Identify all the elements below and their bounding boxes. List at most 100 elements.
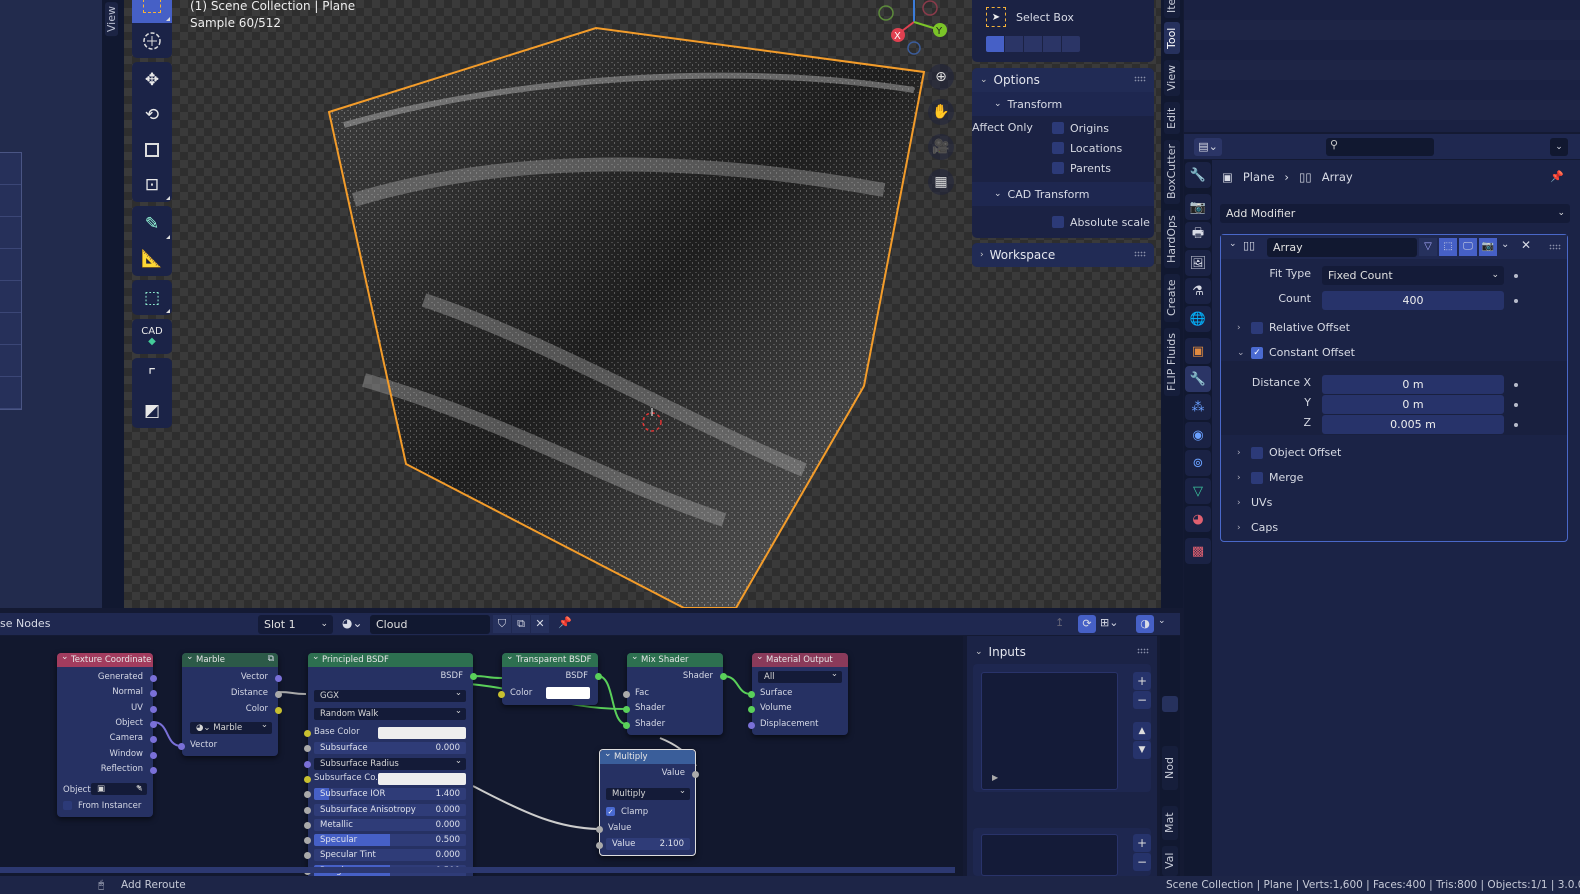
distribution-dropdown[interactable]: GGX xyxy=(314,687,466,702)
output-socket[interactable] xyxy=(150,751,157,759)
node-principled-bsdf[interactable]: Principled BSDF BSDF GGX Random Walk Bas… xyxy=(304,650,477,876)
mode-subtract-button[interactable] xyxy=(1024,36,1042,52)
workspace-panel-header[interactable]: › Workspace xyxy=(972,243,1154,267)
tab-flip-fluids[interactable]: FLIP Fluids xyxy=(1164,328,1180,396)
tab-hardops[interactable]: HardOps xyxy=(1164,210,1180,268)
material-name-field[interactable]: Cloud xyxy=(370,615,490,634)
particles-tab-icon[interactable]: ⁂ xyxy=(1185,394,1211,420)
distance-z-field[interactable]: 0.005 m xyxy=(1322,415,1504,434)
rotate-icon[interactable]: ⟲ xyxy=(132,97,172,132)
material-browse-icon[interactable]: ◕⌄ xyxy=(342,616,363,630)
node-title[interactable]: Principled BSDF xyxy=(308,650,473,667)
select-box-icon[interactable] xyxy=(132,0,172,23)
origins-checkbox[interactable]: Origins xyxy=(1052,118,1109,138)
input-field[interactable]: Specular 0.500 xyxy=(314,834,466,847)
move-down-button[interactable]: ▼ xyxy=(1133,741,1151,759)
texture-tab-icon[interactable]: ▩ xyxy=(1185,538,1211,564)
output-socket[interactable] xyxy=(150,766,157,774)
horizontal-scrollbar[interactable] xyxy=(0,867,955,873)
distance-x-field[interactable]: 0 m xyxy=(1322,375,1504,394)
color-swatch[interactable] xyxy=(378,727,466,739)
tab-item[interactable]: Item xyxy=(1164,0,1180,18)
duplicate-icon[interactable]: ⧉ xyxy=(512,615,530,633)
output-tab-icon[interactable]: 🖶 xyxy=(1185,222,1211,248)
snap-element-dropdown[interactable]: ⊞⌄ xyxy=(1100,616,1118,629)
subsurface-method-dropdown[interactable]: Random Walk xyxy=(314,705,466,720)
absolute-scale-checkbox[interactable]: Absolute scale xyxy=(1052,212,1150,232)
data-tab-icon[interactable]: ▽ xyxy=(1185,478,1211,504)
node-marble[interactable]: Marble ⧉ Vector Distance Color ◕⌄ Marble V… xyxy=(178,650,282,756)
fit-type-dropdown[interactable]: Fixed Count ⌄ xyxy=(1322,266,1504,285)
remove-output-button[interactable]: − xyxy=(1133,853,1151,871)
input-socket[interactable] xyxy=(304,745,311,753)
pan-hand-icon[interactable]: ✋ xyxy=(928,99,954,125)
add-modifier-dropdown[interactable]: Add Modifier ⌄ xyxy=(1220,204,1570,223)
delete-modifier-button[interactable]: ✕ xyxy=(1521,238,1531,252)
operation-dropdown[interactable]: Multiply xyxy=(606,785,690,800)
relative-offset-row[interactable]: › Relative Offset xyxy=(1237,321,1350,334)
slot-dropdown[interactable]: Slot 1 ⌄ xyxy=(258,615,333,634)
tab-view[interactable]: View xyxy=(1164,60,1180,96)
tab-value[interactable]: Val xyxy=(1162,846,1178,876)
input-field[interactable]: Subsurface IOR 1.400 xyxy=(314,788,466,801)
transform-subpanel-header[interactable]: ⌄ Transform xyxy=(972,92,1154,116)
node-title[interactable]: Multiply xyxy=(600,747,695,764)
scene-tab-icon[interactable]: ⚗ xyxy=(1185,278,1211,304)
node-texture-coordinate[interactable]: Texture Coordinate Generated Normal UV Obje… xyxy=(57,650,157,817)
output-socket[interactable] xyxy=(150,720,157,728)
zoom-icon[interactable]: ⊕ xyxy=(928,64,954,90)
tool-tab-icon[interactable]: 🔧 xyxy=(1185,162,1211,188)
output-socket[interactable] xyxy=(150,705,157,713)
overlay-toggle[interactable]: ◑ xyxy=(1136,615,1154,633)
input-socket[interactable] xyxy=(304,730,311,737)
object-tab-icon[interactable]: ▣ xyxy=(1185,338,1211,364)
input-socket[interactable] xyxy=(304,806,311,814)
move-up-button[interactable]: ▲ xyxy=(1133,722,1151,740)
constant-offset-row[interactable]: ⌄ ✓ Constant Offset xyxy=(1237,346,1355,359)
tab-edit[interactable]: Edit xyxy=(1164,102,1180,134)
count-field[interactable]: 400 xyxy=(1322,291,1504,310)
merge-row[interactable]: › Merge xyxy=(1237,471,1303,484)
node-title[interactable]: Mix Shader xyxy=(627,650,723,667)
node-canvas[interactable]: Texture Coordinate Generated Normal UV Obje… xyxy=(0,636,963,876)
clamp-checkbox[interactable]: ✓ Clamp xyxy=(606,807,648,817)
add-cube-icon[interactable]: ⬚ xyxy=(132,280,172,315)
inputs-list[interactable]: ▶ xyxy=(981,672,1118,790)
input-field[interactable]: Metallic 0.000 xyxy=(314,818,466,831)
input-socket[interactable] xyxy=(304,760,311,768)
editor-mode-label[interactable]: se Nodes xyxy=(0,617,50,630)
tab-tool[interactable]: Tool xyxy=(1164,22,1180,54)
input-socket[interactable] xyxy=(304,821,311,829)
node-transparent-bsdf[interactable]: Transparent BSDF BSDF Color xyxy=(498,650,602,705)
parent-node-tree-icon[interactable]: ↥ xyxy=(1055,616,1064,629)
value-field[interactable]: Value 2.100 xyxy=(606,838,690,850)
tab-node[interactable]: Nod xyxy=(1162,746,1178,790)
node-mix-shader[interactable]: Mix Shader Shader Fac Shader Shader xyxy=(623,650,727,735)
tab-boxcutter[interactable]: BoxCutter xyxy=(1164,140,1180,204)
parents-checkbox[interactable]: Parents xyxy=(1052,158,1111,178)
node-group-selector[interactable]: ◕⌄ Marble xyxy=(190,719,272,734)
input-field[interactable]: Subsurface Anisotropy 0.000 xyxy=(314,803,466,816)
tab-create[interactable]: Create xyxy=(1164,274,1180,322)
outliner-list[interactable] xyxy=(1184,0,1580,132)
add-output-button[interactable]: + xyxy=(1133,834,1151,852)
play-icon[interactable]: ▶ xyxy=(992,773,998,782)
node-title[interactable]: Transparent BSDF xyxy=(502,650,598,667)
properties-search-input[interactable] xyxy=(1326,138,1434,156)
keyframe-dot[interactable] xyxy=(1514,274,1518,278)
view-layer-tab-icon[interactable]: 🖼 xyxy=(1185,250,1211,276)
pin-icon[interactable]: 📌 xyxy=(558,616,572,629)
material-tab-icon[interactable]: ◕ xyxy=(1185,506,1211,532)
edit-cage-toggle[interactable]: ▽ xyxy=(1419,238,1437,256)
from-instancer-checkbox[interactable]: From Instancer xyxy=(63,801,141,811)
color-swatch[interactable] xyxy=(378,772,466,785)
uvs-row[interactable]: › UVs xyxy=(1237,496,1272,509)
distance-y-field[interactable]: 0 m xyxy=(1322,395,1504,414)
mode-new-button[interactable] xyxy=(986,36,1004,52)
input-socket[interactable] xyxy=(304,775,311,783)
render-toggle[interactable]: 📷 xyxy=(1479,238,1497,256)
node-group-icon[interactable]: ⧉ xyxy=(268,654,274,664)
add-input-button[interactable]: + xyxy=(1133,672,1151,690)
node-title[interactable]: Marble xyxy=(182,650,278,667)
input-socket[interactable] xyxy=(304,791,311,799)
